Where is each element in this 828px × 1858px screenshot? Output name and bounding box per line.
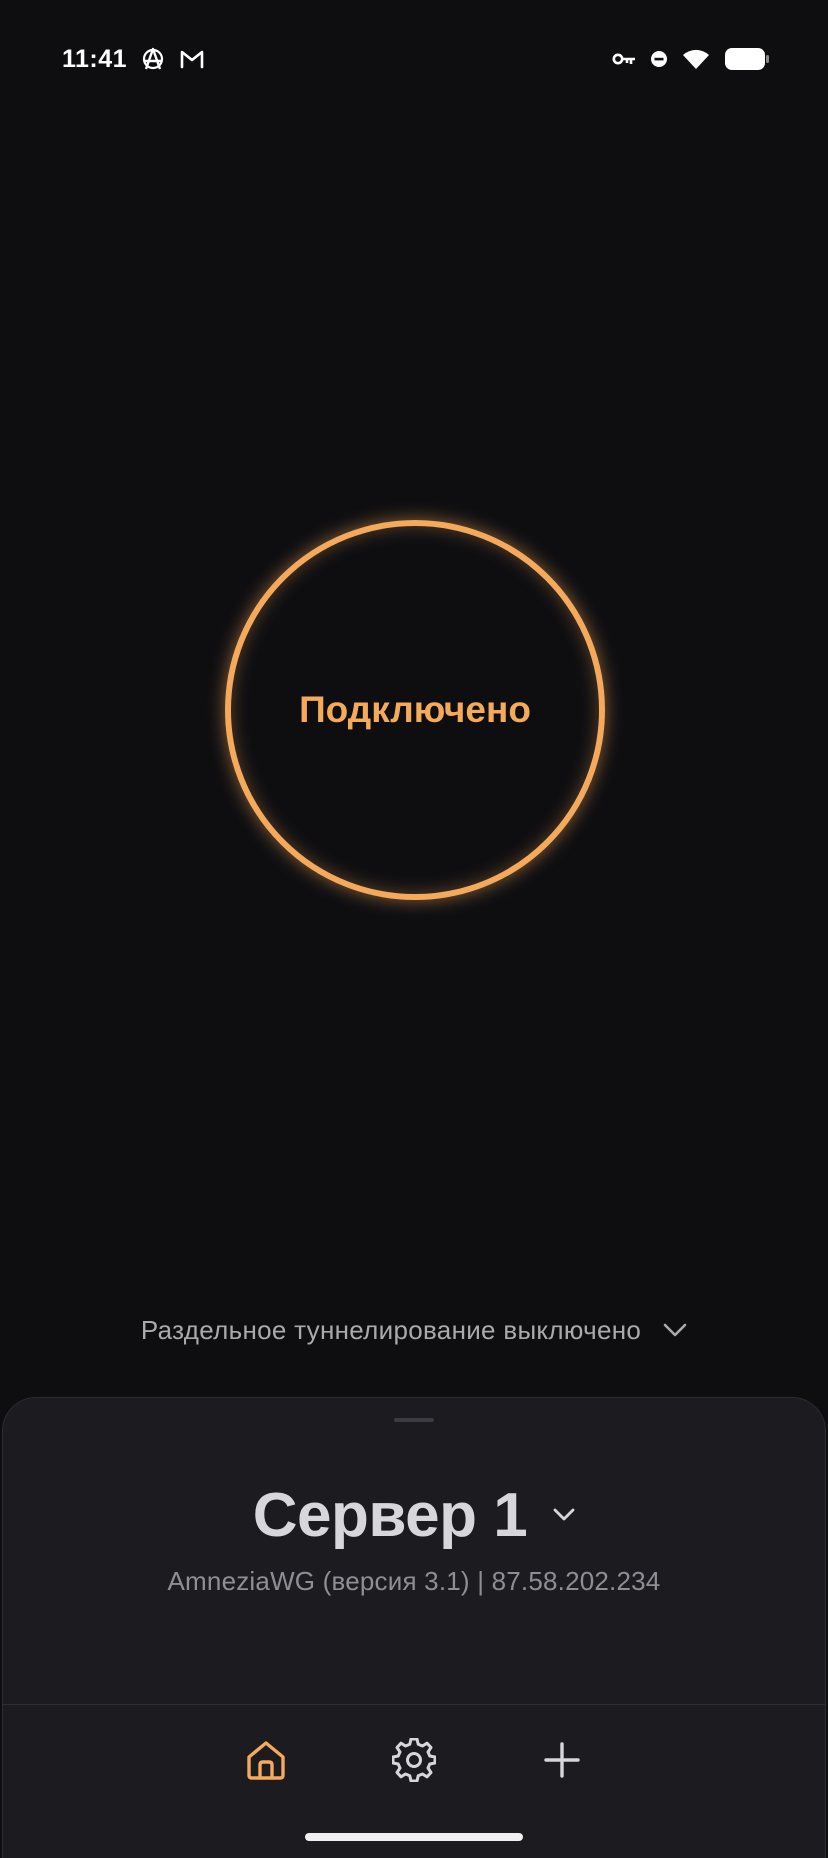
nav-home-button[interactable] <box>244 1738 288 1782</box>
split-tunneling-label: Раздельное туннелирование выключено <box>140 1314 642 1345</box>
vpn-key-icon <box>612 52 636 66</box>
status-time: 11:41 <box>62 44 128 73</box>
battery-icon <box>724 47 770 71</box>
chevron-down-icon <box>553 1508 575 1522</box>
status-bar: 11:41 <box>0 0 828 118</box>
status-right <box>612 47 770 71</box>
connect-button[interactable]: Подключено <box>225 520 605 900</box>
server-description: AmneziaWG (версия 3.1) | 87.58.202.234 <box>167 1566 661 1596</box>
connection-status-label: Подключено <box>299 689 531 730</box>
anarchy-icon <box>141 47 165 71</box>
do-not-disturb-icon <box>650 50 668 68</box>
drag-handle[interactable] <box>394 1418 434 1422</box>
home-icon <box>244 1738 288 1782</box>
bottom-navigation <box>3 1705 825 1815</box>
gear-icon <box>392 1738 436 1782</box>
server-name: Сервер 1 <box>252 1480 528 1550</box>
server-selector[interactable]: Сервер 1 <box>3 1460 825 1570</box>
split-tunneling-selector[interactable]: Раздельное туннелирование выключено <box>0 1305 828 1355</box>
server-bottom-sheet: Сервер 1 AmneziaWG (версия 3.1) | 87.58.… <box>2 1397 826 1858</box>
vpn-home-screen: 11:41 Подключено Раздельное туннелирован… <box>0 0 828 1858</box>
nav-settings-button[interactable] <box>392 1738 436 1782</box>
plus-icon <box>542 1740 582 1780</box>
status-left: 11:41 <box>62 45 205 74</box>
chevron-down-icon <box>663 1323 687 1337</box>
home-indicator <box>305 1833 523 1841</box>
nav-add-button[interactable] <box>540 1738 584 1782</box>
wifi-icon <box>682 48 710 70</box>
gmail-icon <box>179 48 205 70</box>
